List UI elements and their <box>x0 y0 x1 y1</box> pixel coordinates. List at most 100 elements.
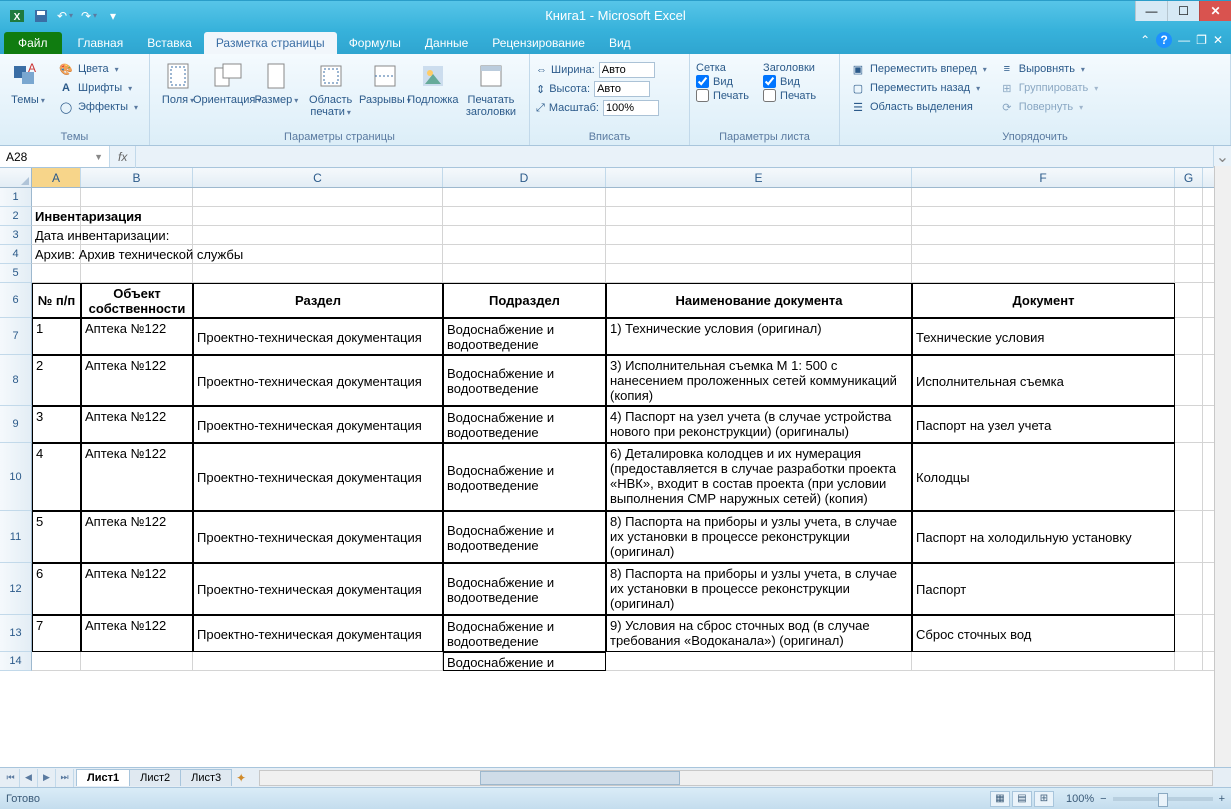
close-button[interactable]: ✕ <box>1199 1 1231 21</box>
send-backward-button[interactable]: ▢Переместить назад <box>846 79 991 97</box>
scale-input[interactable] <box>603 100 659 116</box>
column-header[interactable]: G <box>1175 168 1203 187</box>
column-header[interactable]: B <box>81 168 193 187</box>
row-header[interactable]: 11 <box>0 511 32 563</box>
cell[interactable]: 6) Деталировка колодцев и их нумерация (… <box>606 443 912 511</box>
row-header[interactable]: 4 <box>0 245 32 264</box>
cell[interactable]: 4) Паспорт на узел учета (в случае устро… <box>606 406 912 443</box>
headings-print-checkbox[interactable]: Печать <box>763 89 816 102</box>
grid-view-checkbox[interactable]: Вид <box>696 75 749 88</box>
cell[interactable]: Проектно-техническая документация <box>193 406 443 443</box>
qat-customize-icon[interactable]: ▾ <box>102 5 124 27</box>
column-header[interactable]: C <box>193 168 443 187</box>
zoom-in-button[interactable]: + <box>1219 793 1225 805</box>
cell[interactable]: Водоснабжение и водоотведение <box>443 615 606 652</box>
cell[interactable]: 8) Паспорта на приборы и узлы учета, в с… <box>606 511 912 563</box>
height-input[interactable] <box>594 81 650 97</box>
page-break-view-button[interactable]: ⊞ <box>1034 791 1054 807</box>
cell[interactable]: 4 <box>32 443 81 511</box>
cell[interactable]: Аптека №122 <box>81 563 193 615</box>
cell[interactable]: Проектно-техническая документация <box>193 511 443 563</box>
spreadsheet-grid[interactable]: ABCDEFG 1234567891011121314 Инвентаризац… <box>0 168 1231 767</box>
ribbon-tab[interactable]: Формулы <box>337 32 413 54</box>
cell[interactable]: Водоснабжение и водоотведение <box>443 355 606 406</box>
row-header[interactable]: 3 <box>0 226 32 245</box>
cell[interactable]: Колодцы <box>912 443 1175 511</box>
selection-pane-button[interactable]: ☰Область выделения <box>846 98 991 116</box>
cell[interactable]: 2 <box>32 355 81 406</box>
cell[interactable]: 1 <box>32 318 81 355</box>
cell[interactable]: Водоснабжение и водоотведение <box>443 406 606 443</box>
fx-icon[interactable]: fx <box>110 146 136 168</box>
cell[interactable]: Аптека №122 <box>81 443 193 511</box>
column-header[interactable]: E <box>606 168 912 187</box>
redo-icon[interactable]: ↷ <box>78 5 100 27</box>
cell[interactable]: Раздел <box>193 283 443 318</box>
cell[interactable]: Аптека №122 <box>81 355 193 406</box>
cell[interactable]: Проектно-техническая документация <box>193 615 443 652</box>
cell[interactable]: Технические условия <box>912 318 1175 355</box>
cell[interactable]: 8) Паспорта на приборы и узлы учета, в с… <box>606 563 912 615</box>
workbook-minimize-icon[interactable]: — <box>1178 33 1190 47</box>
expand-formula-icon[interactable]: ⌄ <box>1213 146 1231 168</box>
row-header[interactable]: 13 <box>0 615 32 652</box>
sheet-tab[interactable]: Лист2 <box>129 769 181 786</box>
ribbon-tab[interactable]: Данные <box>413 32 480 54</box>
select-all-corner[interactable] <box>0 168 32 187</box>
minimize-button[interactable]: — <box>1135 1 1167 21</box>
workbook-close-icon[interactable]: ✕ <box>1213 33 1223 47</box>
cell[interactable]: 9) Условия на сброс сточных вод (в случа… <box>606 615 912 652</box>
cell[interactable]: Паспорт на узел учета <box>912 406 1175 443</box>
ribbon-tab[interactable]: Разметка страницы <box>204 32 337 54</box>
cell[interactable]: Наименование документа <box>606 283 912 318</box>
row-header[interactable]: 9 <box>0 406 32 443</box>
colors-button[interactable]: 🎨Цвета <box>54 60 142 78</box>
cell[interactable]: Документ <box>912 283 1175 318</box>
cell[interactable]: 3) Исполнительная съемка М 1: 500 с нане… <box>606 355 912 406</box>
grid-print-checkbox[interactable]: Печать <box>696 89 749 102</box>
horizontal-scrollbar[interactable] <box>259 770 1213 786</box>
cell[interactable]: Подраздел <box>443 283 606 318</box>
cell[interactable]: Аптека №122 <box>81 406 193 443</box>
headings-view-checkbox[interactable]: Вид <box>763 75 816 88</box>
cell[interactable]: 6 <box>32 563 81 615</box>
sheet-tab[interactable]: Лист3 <box>180 769 232 786</box>
zoom-out-button[interactable]: − <box>1100 793 1106 805</box>
cell[interactable]: Дата инвентаризации: <box>32 226 432 245</box>
cell[interactable]: Проектно-техническая документация <box>193 355 443 406</box>
help-icon[interactable]: ? <box>1156 32 1172 48</box>
page-layout-view-button[interactable]: ▤ <box>1012 791 1032 807</box>
cell[interactable]: Аптека №122 <box>81 318 193 355</box>
bring-forward-button[interactable]: ▣Переместить вперед <box>846 60 991 78</box>
sheet-nav-first[interactable]: ⏮ <box>2 769 20 787</box>
column-header[interactable]: F <box>912 168 1175 187</box>
cell[interactable]: № п/п <box>32 283 81 318</box>
zoom-slider[interactable] <box>1113 797 1213 801</box>
workbook-restore-icon[interactable]: ❐ <box>1196 33 1207 47</box>
normal-view-button[interactable]: ▦ <box>990 791 1010 807</box>
ribbon-tab[interactable]: Рецензирование <box>480 32 597 54</box>
cell[interactable]: Водоснабжение и водоотведение <box>443 443 606 511</box>
row-header[interactable]: 5 <box>0 264 32 283</box>
row-header[interactable]: 1 <box>0 188 32 207</box>
cell[interactable]: Объект собственности <box>81 283 193 318</box>
minimize-ribbon-icon[interactable]: ⌃ <box>1140 33 1150 47</box>
cell[interactable]: Проектно-техническая документация <box>193 318 443 355</box>
maximize-button[interactable]: ☐ <box>1167 1 1199 21</box>
sheet-nav-last[interactable]: ⏭ <box>56 769 74 787</box>
ribbon-tab[interactable]: Главная <box>66 32 136 54</box>
cell[interactable]: Инвентаризация <box>32 207 432 226</box>
cell[interactable]: Проектно-техническая документация <box>193 563 443 615</box>
sheet-nav-prev[interactable]: ◀ <box>20 769 38 787</box>
fonts-button[interactable]: AШрифты <box>54 79 142 97</box>
row-header[interactable]: 7 <box>0 318 32 355</box>
cell[interactable]: Сброс сточных вод <box>912 615 1175 652</box>
cell[interactable]: Аптека №122 <box>81 615 193 652</box>
cell[interactable]: Паспорт <box>912 563 1175 615</box>
cell[interactable]: Водоснабжение и <box>443 652 606 671</box>
row-header[interactable]: 6 <box>0 283 32 318</box>
cell[interactable]: 1) Технические условия (оригинал) <box>606 318 912 355</box>
row-header[interactable]: 14 <box>0 652 32 671</box>
cell[interactable]: 7 <box>32 615 81 652</box>
save-icon[interactable] <box>30 5 52 27</box>
